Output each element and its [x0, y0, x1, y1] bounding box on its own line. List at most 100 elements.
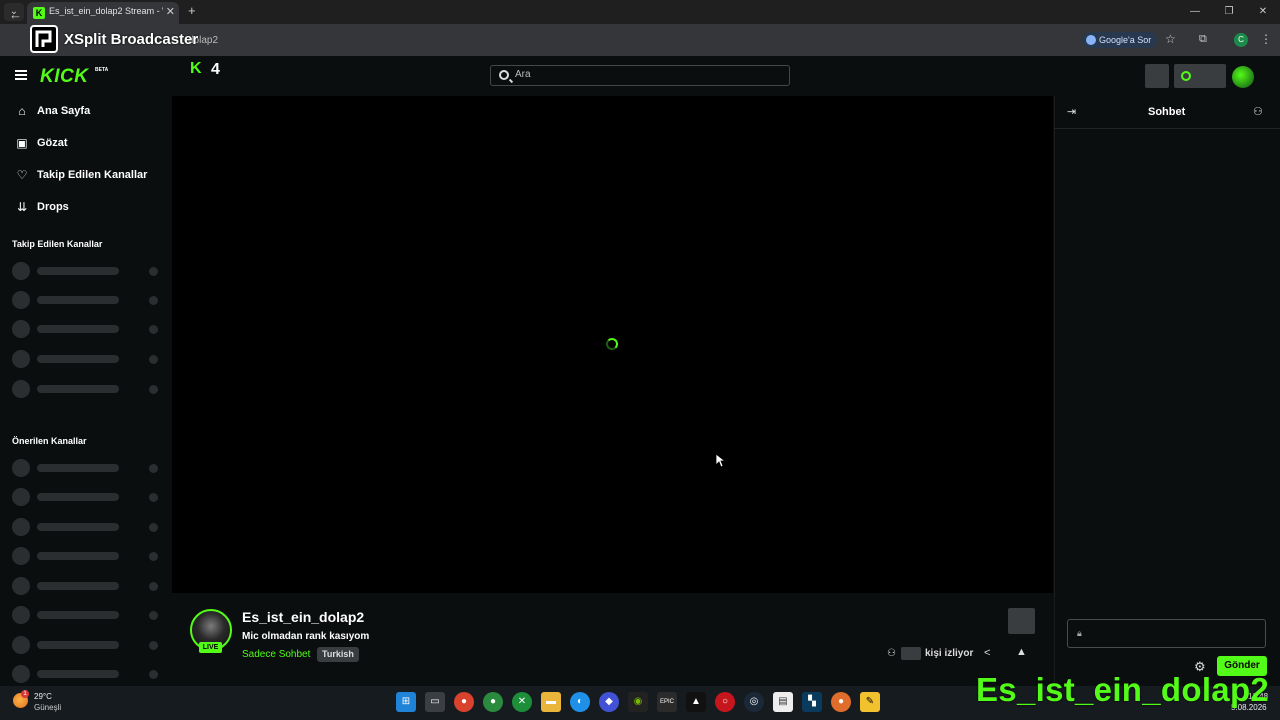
sidebar-item-home[interactable]: ⌂ Ana Sayfa — [0, 100, 170, 124]
channel-skeleton — [12, 606, 162, 624]
opera-icon[interactable]: ○ — [715, 692, 735, 712]
weather-temperature: 29°C — [34, 692, 52, 701]
chat-users-icon[interactable]: ⚇ — [1253, 105, 1263, 118]
google-lens-icon — [1086, 35, 1096, 45]
search-icon — [499, 70, 509, 80]
left-sidebar: ⌂ Ana Sayfa ▣ Gözat ♡ Takip Edilen Kanal… — [0, 96, 170, 686]
sidebar-item-label: Drops — [37, 201, 69, 213]
extensions-icon[interactable]: ⧉ — [1199, 33, 1207, 46]
google-ask-label: Google'a Sor — [1099, 35, 1152, 45]
notepad-icon[interactable]: ▤ — [773, 692, 793, 712]
chrome-icon[interactable]: ● — [454, 692, 474, 712]
channel-skeleton — [12, 380, 162, 398]
windows-start-icon[interactable]: ⊞ — [396, 692, 416, 712]
google-ask-button[interactable]: Google'a Sor — [1082, 32, 1158, 48]
collapse-chat-icon[interactable]: ⇥ — [1067, 105, 1076, 118]
taskbar-apps: ⊞ ▭ ● ● ✕ ▬ ◐ ◆ ◉ EPIC ▲ ○ ◎ ▤ ▚ ● ✎ — [396, 692, 880, 712]
drops-icon: ⇊ — [16, 200, 28, 214]
profile-avatar-icon[interactable]: C — [1234, 33, 1248, 47]
mouse-cursor-icon — [716, 454, 725, 468]
channel-skeleton — [12, 262, 162, 280]
weather-description: Güneşli — [34, 703, 62, 712]
browser-tab-bar: ⌄ K Es_ist_ein_dolap2 Stream - Watc ✕ + … — [0, 0, 1280, 24]
task-view-icon[interactable]: ▭ — [425, 692, 445, 712]
followed-channels-heading: Takip Edilen Kanallar — [12, 239, 103, 249]
xsplit-taskbar-icon[interactable]: ▚ — [802, 692, 822, 712]
kick-logo[interactable]: KICK — [40, 66, 88, 88]
stream-category-link[interactable]: Sadece Sohbet — [242, 649, 310, 660]
language-tag[interactable]: Turkish — [317, 647, 359, 662]
epic-games-icon[interactable]: EPIC — [657, 692, 677, 712]
file-explorer-icon[interactable]: ▬ — [541, 692, 561, 712]
chat-header-divider — [1054, 128, 1280, 129]
screen: ⌄ K Es_ist_ein_dolap2 Stream - Watc ✕ + … — [0, 0, 1280, 720]
close-window-icon[interactable]: ✕ — [1246, 0, 1280, 24]
nvidia-icon[interactable]: ◉ — [628, 692, 648, 712]
steam-icon[interactable]: ◎ — [744, 692, 764, 712]
channel-name[interactable]: Es_ist_ein_dolap2 — [242, 609, 364, 625]
channel-skeleton — [12, 350, 162, 368]
channel-skeleton — [12, 488, 162, 506]
kick-coin-icon — [1181, 71, 1191, 81]
app-blue-icon[interactable]: ◆ — [599, 692, 619, 712]
user-avatar[interactable] — [1232, 66, 1254, 88]
channel-skeleton — [12, 577, 162, 595]
viewers-icon: ⚇ — [887, 648, 896, 659]
sidebar-item-drops[interactable]: ⇊ Drops — [0, 196, 170, 220]
chat-input[interactable]: 🔒︎ — [1067, 619, 1266, 648]
header-placeholder-pill[interactable] — [1174, 64, 1226, 88]
lock-icon: 🔒︎ — [1077, 628, 1082, 638]
app-triangle-icon[interactable]: ▲ — [686, 692, 706, 712]
stream-title: Mic olmadan rank kasıyom — [242, 631, 370, 642]
hamburger-menu-icon[interactable] — [15, 70, 27, 80]
kick-favicon-icon: K — [33, 7, 45, 19]
chat-title: Sohbet — [1148, 106, 1186, 118]
channel-skeleton — [12, 459, 162, 477]
channel-skeleton — [12, 547, 162, 565]
window-controls: — ❐ ✕ — [1178, 0, 1280, 24]
loading-spinner-icon — [606, 338, 618, 350]
search-box — [490, 65, 790, 86]
follow-button-placeholder[interactable] — [1008, 608, 1035, 634]
channel-skeleton — [12, 636, 162, 654]
search-input[interactable] — [515, 69, 775, 80]
channel-skeleton — [12, 320, 162, 338]
new-tab-icon[interactable]: + — [188, 3, 196, 18]
channel-skeleton — [12, 665, 162, 683]
home-icon: ⌂ — [18, 104, 26, 118]
chrome-active-icon[interactable]: ● — [483, 692, 503, 712]
share-icon[interactable]: < — [984, 647, 990, 659]
sidebar-item-browse[interactable]: ▣ Gözat — [0, 132, 170, 156]
edge-icon[interactable]: ◐ — [570, 692, 590, 712]
viewers-label: kişi izliyor — [925, 648, 974, 659]
app-yellow-icon[interactable]: ✎ — [860, 692, 880, 712]
browser-menu-icon[interactable]: ⋮ — [1260, 32, 1272, 46]
browse-icon: ▣ — [16, 136, 28, 150]
weather-alert-badge: 1 — [21, 690, 29, 698]
bookmark-star-icon[interactable]: ☆ — [1165, 32, 1176, 46]
viewer-count-placeholder — [901, 647, 921, 660]
xsplit-overlay-title: XSplit Broadcaster — [64, 31, 199, 48]
sidebar-item-label: Takip Edilen Kanallar — [37, 169, 148, 181]
tab-title: Es_ist_ein_dolap2 Stream - Watc — [49, 6, 163, 16]
kick-beta-label: BETA — [95, 67, 109, 73]
xsplit-logo-icon — [30, 25, 58, 53]
restore-icon[interactable]: ❐ — [1212, 0, 1246, 24]
suggested-channels-heading: Önerilen Kanallar — [12, 436, 87, 446]
channel-skeleton — [12, 518, 162, 536]
sidebar-item-label: Ana Sayfa — [37, 105, 91, 117]
close-tab-icon[interactable]: ✕ — [166, 5, 175, 18]
chat-panel — [1054, 96, 1280, 686]
channel-skeleton — [12, 291, 162, 309]
live-badge: LIVE — [199, 642, 222, 653]
browser-tab[interactable]: K Es_ist_ein_dolap2 Stream - Watc ✕ — [27, 2, 179, 24]
sidebar-item-label: Gözat — [37, 137, 68, 149]
minimize-icon[interactable]: — — [1178, 0, 1212, 24]
heart-icon: ♡ — [16, 168, 28, 182]
back-arrow-icon[interactable]: ← — [9, 7, 22, 22]
sidebar-item-following[interactable]: ♡ Takip Edilen Kanallar — [0, 164, 170, 188]
header-placeholder-button[interactable] — [1145, 64, 1169, 88]
xbox-icon[interactable]: ✕ — [512, 692, 532, 712]
chrome-canary-icon[interactable]: ● — [831, 692, 851, 712]
report-warning-icon[interactable]: ▲ — [1016, 646, 1027, 658]
